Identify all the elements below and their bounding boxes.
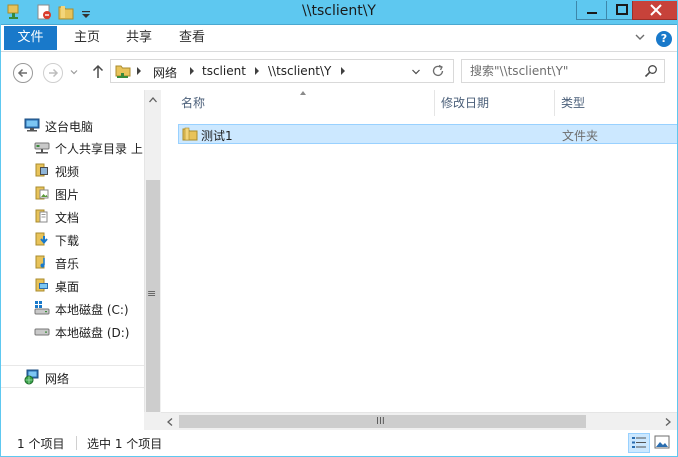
tree-item-music[interactable]: 音乐	[0, 251, 145, 273]
ribbon: 文件 主页 共享 查看 ?	[0, 25, 678, 52]
title-bar: \\tsclient\Y	[0, 0, 678, 25]
search-icon[interactable]	[644, 64, 658, 81]
maximize-icon	[616, 4, 628, 15]
tree-item-documents[interactable]: 文档	[0, 205, 145, 227]
search-box[interactable]	[461, 59, 665, 83]
address-history-chevron-icon[interactable]	[410, 66, 422, 81]
tree-item-network[interactable]: 网络	[0, 365, 145, 388]
item-count: 1 个项目	[17, 437, 65, 451]
details-view-icon	[632, 437, 646, 448]
file-name: 测试1	[201, 129, 233, 143]
forward-arrow-icon	[43, 63, 63, 83]
navigation-pane: 这台电脑 个人共享目录 上 视频 图片 文档 下载 音乐 桌面 本地磁盘 (C:…	[0, 90, 161, 430]
tree-label: 图片	[55, 188, 80, 202]
breadcrumb-separator-icon[interactable]	[255, 67, 259, 75]
table-row[interactable]: 测试1 文件夹	[178, 124, 678, 144]
column-modified[interactable]: 修改日期	[435, 90, 555, 116]
scroll-left-arrow-icon[interactable]	[166, 416, 174, 430]
videos-folder-icon	[34, 162, 50, 178]
tree-label: 网络	[45, 372, 70, 386]
forward-button[interactable]	[42, 62, 64, 84]
status-bar: 1 个项目 选中 1 个项目	[0, 430, 678, 457]
selected-count: 选中 1 个项目	[87, 437, 163, 451]
system-drive-icon	[34, 300, 50, 316]
tree-label: 个人共享目录 上	[55, 142, 143, 156]
tab-home[interactable]: 主页	[74, 26, 100, 50]
tree-label: 本地磁盘 (D:)	[55, 326, 130, 340]
help-icon[interactable]: ?	[656, 31, 672, 47]
breadcrumb-separator-icon[interactable]	[341, 67, 345, 75]
tree-label: 文档	[55, 211, 80, 225]
tree-label: 音乐	[55, 257, 80, 271]
column-header: 名称 修改日期 类型	[161, 90, 678, 116]
tree-item-desktop[interactable]: 桌面	[0, 274, 145, 296]
large-icons-view-button[interactable]	[652, 433, 674, 453]
folder-icon	[182, 126, 198, 145]
scroll-grip: III	[376, 416, 385, 427]
up-one-level-button[interactable]	[90, 63, 106, 81]
breadcrumb-share-y[interactable]: \\tsclient\Y	[268, 64, 331, 78]
large-icons-view-icon	[654, 435, 670, 449]
back-arrow-icon	[13, 63, 33, 83]
close-button[interactable]	[632, 0, 678, 20]
navigation-pane-scrollbar[interactable]: ≡	[144, 90, 161, 430]
this-pc-icon	[24, 117, 40, 133]
scrollbar-thumb[interactable]: III	[179, 415, 586, 428]
expand-ribbon-chevron-icon[interactable]	[634, 31, 646, 46]
scrollbar-thumb[interactable]: ≡	[146, 180, 160, 416]
back-button[interactable]	[12, 62, 34, 84]
column-type[interactable]: 类型	[555, 90, 678, 116]
breadcrumb-separator-icon[interactable]	[190, 67, 194, 75]
breadcrumb-network[interactable]: 网络	[153, 64, 177, 81]
tree-item-pictures[interactable]: 图片	[0, 182, 145, 204]
scrollbar-corner	[144, 412, 161, 430]
tree-label: 这台电脑	[45, 120, 94, 134]
music-folder-icon	[34, 254, 50, 270]
breadcrumb-tsclient[interactable]: tsclient	[202, 64, 246, 78]
tree-item-videos[interactable]: 视频	[0, 159, 145, 181]
tab-share[interactable]: 共享	[126, 26, 152, 50]
tree-item-drive-c[interactable]: 本地磁盘 (C:)	[0, 297, 145, 319]
navigation-bar: 网络 tsclient \\tsclient\Y	[0, 52, 678, 90]
close-icon	[650, 4, 662, 16]
file-type: 文件夹	[562, 129, 599, 143]
minimize-icon	[587, 12, 597, 14]
tree-label: 下载	[55, 234, 80, 248]
details-view-button[interactable]	[628, 433, 650, 453]
local-drive-icon	[34, 323, 50, 339]
documents-folder-icon	[34, 208, 50, 224]
network-share-icon	[115, 63, 131, 82]
column-name[interactable]: 名称	[175, 90, 435, 116]
tree-item-this-pc[interactable]: 这台电脑	[0, 114, 145, 136]
tree-label: 桌面	[55, 280, 80, 294]
desktop-folder-icon	[34, 277, 50, 293]
pictures-folder-icon	[34, 185, 50, 201]
tab-view[interactable]: 查看	[179, 26, 205, 50]
tab-file[interactable]: 文件	[4, 26, 57, 50]
downloads-folder-icon	[34, 231, 50, 247]
scroll-up-arrow-icon[interactable]	[148, 93, 158, 107]
network-drive-icon	[34, 139, 50, 155]
scroll-right-arrow-icon[interactable]	[664, 416, 672, 430]
file-list-horizontal-scrollbar[interactable]: III	[161, 412, 678, 430]
recent-locations-chevron-icon[interactable]	[68, 66, 80, 78]
minimize-button[interactable]	[576, 0, 607, 20]
up-arrow-icon	[92, 64, 104, 78]
network-icon	[24, 369, 40, 385]
tree-item-drive-d[interactable]: 本地磁盘 (D:)	[0, 320, 145, 342]
refresh-icon[interactable]	[431, 64, 445, 81]
file-list: 名称 修改日期 类型 测试1 文件夹	[161, 90, 678, 430]
status-divider	[76, 436, 77, 450]
address-bar[interactable]: 网络 tsclient \\tsclient\Y	[110, 59, 454, 83]
tree-label: 本地磁盘 (C:)	[55, 303, 129, 317]
tree-item-personal-share[interactable]: 个人共享目录 上	[0, 136, 145, 158]
tree-item-downloads[interactable]: 下载	[0, 228, 145, 250]
scroll-grip: ≡	[147, 287, 157, 300]
search-input[interactable]	[470, 63, 640, 79]
tree-label: 视频	[55, 165, 80, 179]
breadcrumb-separator-icon[interactable]	[137, 67, 141, 75]
